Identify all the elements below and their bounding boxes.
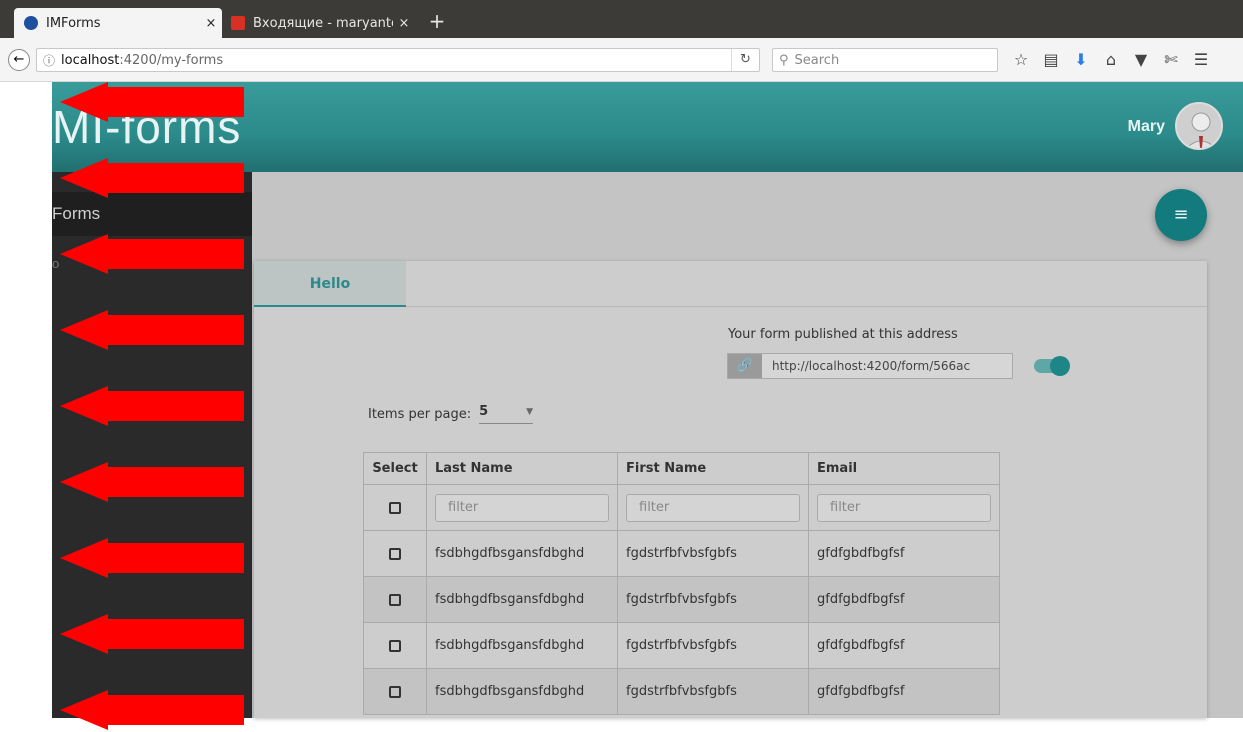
filter-row: filter filter filter [363, 484, 1000, 531]
menu-icon[interactable]: ☰ [1186, 50, 1216, 70]
red-arrow-left-icon [60, 310, 244, 350]
gmail-icon [231, 16, 245, 30]
items-per-page: Items per page: 5 ▼ [368, 404, 534, 424]
first-name-cell: fgdstrfbfvbsfgbfs [617, 622, 809, 669]
items-per-page-select[interactable]: 5 ▼ [479, 404, 534, 424]
list-menu-button[interactable]: ≡ [1155, 189, 1207, 241]
row-checkbox[interactable] [389, 547, 401, 560]
form-card: Hello Your form published at this addres… [254, 261, 1207, 718]
last-name-filter-input[interactable]: filter [435, 493, 609, 522]
tab-hello[interactable]: Hello [254, 261, 406, 307]
reload-icon[interactable]: ↻ [731, 49, 759, 71]
published-url-text[interactable]: http://localhost:4200/form/566ac [762, 354, 1012, 378]
red-arrow-overlay [60, 82, 244, 730]
red-arrow-left-icon [60, 158, 244, 198]
column-header-first-name[interactable]: First Name [617, 452, 809, 485]
row-checkbox[interactable] [389, 593, 401, 606]
row-checkbox[interactable] [389, 639, 401, 652]
info-icon[interactable]: ⓘ [43, 52, 55, 69]
red-arrow-left-icon [60, 538, 244, 578]
first-name-cell: fgdstrfbfvbsfgbfs [617, 530, 809, 577]
select-all-checkbox[interactable] [389, 501, 401, 514]
red-arrow-left-icon [60, 234, 244, 274]
publish-toggle[interactable] [1034, 356, 1070, 376]
browser-nav-bar: ← ⓘ localhost :4200/my-forms ↻ ⚲ Search … [0, 38, 1243, 82]
first-name-cell: fgdstrfbfvbsfgbfs [617, 576, 809, 623]
avatar[interactable] [1175, 102, 1223, 150]
close-tab-icon[interactable]: × [200, 16, 222, 31]
last-name-cell: fsdbhgdfbsgansfdbghd [426, 530, 618, 577]
column-header-email[interactable]: Email [808, 452, 1000, 485]
new-tab-button[interactable]: + [424, 10, 450, 34]
url-path: :4200/my-forms [119, 52, 224, 68]
table-row[interactable]: fsdbhgdfbsgansfdbghd fgdstrfbfvbsfgbfs g… [363, 668, 1000, 715]
search-icon: ⚲ [779, 52, 789, 68]
red-arrow-left-icon [60, 462, 244, 502]
downloads-icon[interactable]: ⬇ [1066, 50, 1096, 70]
url-bar[interactable]: ⓘ localhost :4200/my-forms ↻ [36, 48, 760, 72]
back-button[interactable]: ← [8, 49, 30, 71]
close-tab-icon[interactable]: × [393, 16, 415, 31]
toolbar-icons: ☆ ▤ ⬇ ⌂ ▼ ✄ ☰ [1006, 50, 1216, 70]
url-host: localhost [61, 52, 120, 68]
filter-cell: filter [426, 484, 618, 531]
red-arrow-left-icon [60, 690, 244, 730]
column-header-select[interactable]: Select [363, 452, 427, 485]
search-input[interactable]: ⚲ Search [772, 48, 998, 72]
user-name[interactable]: Mary [1128, 118, 1165, 136]
list-icon: ≡ [1173, 204, 1189, 225]
table-row[interactable]: fsdbhgdfbsgansfdbghd fgdstrfbfvbsfgbfs g… [363, 622, 1000, 669]
table-row[interactable]: fsdbhgdfbsgansfdbghd fgdstrfbfvbsfgbfs g… [363, 530, 1000, 577]
row-checkbox[interactable] [389, 685, 401, 698]
tab-label: IMForms [46, 15, 101, 31]
red-arrow-left-icon [60, 386, 244, 426]
last-name-cell: fsdbhgdfbsgansfdbghd [426, 668, 618, 715]
select-cell [363, 622, 427, 669]
email-cell: gfdfgbdfbgfsf [808, 576, 1000, 623]
table-header-row: Select Last Name First Name Email [363, 452, 1000, 485]
filter-cell: filter [617, 484, 809, 531]
user-avatar-icon [1177, 104, 1221, 148]
last-name-cell: fsdbhgdfbsgansfdbghd [426, 622, 618, 669]
published-label: Your form published at this address [728, 327, 958, 342]
email-cell: gfdfgbdfbgfsf [808, 668, 1000, 715]
browser-tab-gmail[interactable]: Входящие - maryanto × [225, 8, 415, 38]
toggle-knob [1050, 356, 1070, 376]
red-arrow-left-icon [60, 82, 244, 122]
responses-table: Select Last Name First Name Email filter… [363, 452, 1000, 715]
first-name-cell: fgdstrfbfvbsfgbfs [617, 668, 809, 715]
browser-tab-imforms[interactable]: IMForms × [14, 8, 222, 38]
pocket-icon[interactable]: ▼ [1126, 50, 1156, 70]
first-name-filter-input[interactable]: filter [626, 493, 800, 522]
column-header-last-name[interactable]: Last Name [426, 452, 618, 485]
reading-list-icon[interactable]: ▤ [1036, 50, 1066, 70]
select-cell [363, 576, 427, 623]
link-icon: 🔗 [728, 354, 762, 378]
screenshot-icon[interactable]: ✄ [1156, 50, 1186, 70]
browser-tab-strip: IMForms × Входящие - maryanto × + [0, 0, 1243, 38]
items-per-page-value: 5 [479, 404, 489, 419]
select-cell [363, 668, 427, 715]
published-url-field[interactable]: 🔗 http://localhost:4200/form/566ac [727, 353, 1013, 379]
bookmark-star-icon[interactable]: ☆ [1006, 50, 1036, 70]
form-tabs: Hello [254, 261, 1207, 307]
select-cell [363, 530, 427, 577]
last-name-cell: fsdbhgdfbsgansfdbghd [426, 576, 618, 623]
chevron-down-icon: ▼ [526, 407, 534, 417]
red-arrow-left-icon [60, 614, 244, 654]
items-per-page-label: Items per page: [368, 406, 472, 422]
table-row[interactable]: fsdbhgdfbsgansfdbghd fgdstrfbfvbsfgbfs g… [363, 576, 1000, 623]
select-all-cell [363, 484, 427, 531]
filter-cell: filter [808, 484, 1000, 531]
email-cell: gfdfgbdfbgfsf [808, 530, 1000, 577]
home-icon[interactable]: ⌂ [1096, 50, 1126, 70]
search-placeholder: Search [794, 52, 840, 68]
email-filter-input[interactable]: filter [817, 493, 991, 522]
email-cell: gfdfgbdfbgfsf [808, 622, 1000, 669]
globe-icon [24, 16, 38, 30]
tab-label: Входящие - maryanto [253, 15, 393, 31]
